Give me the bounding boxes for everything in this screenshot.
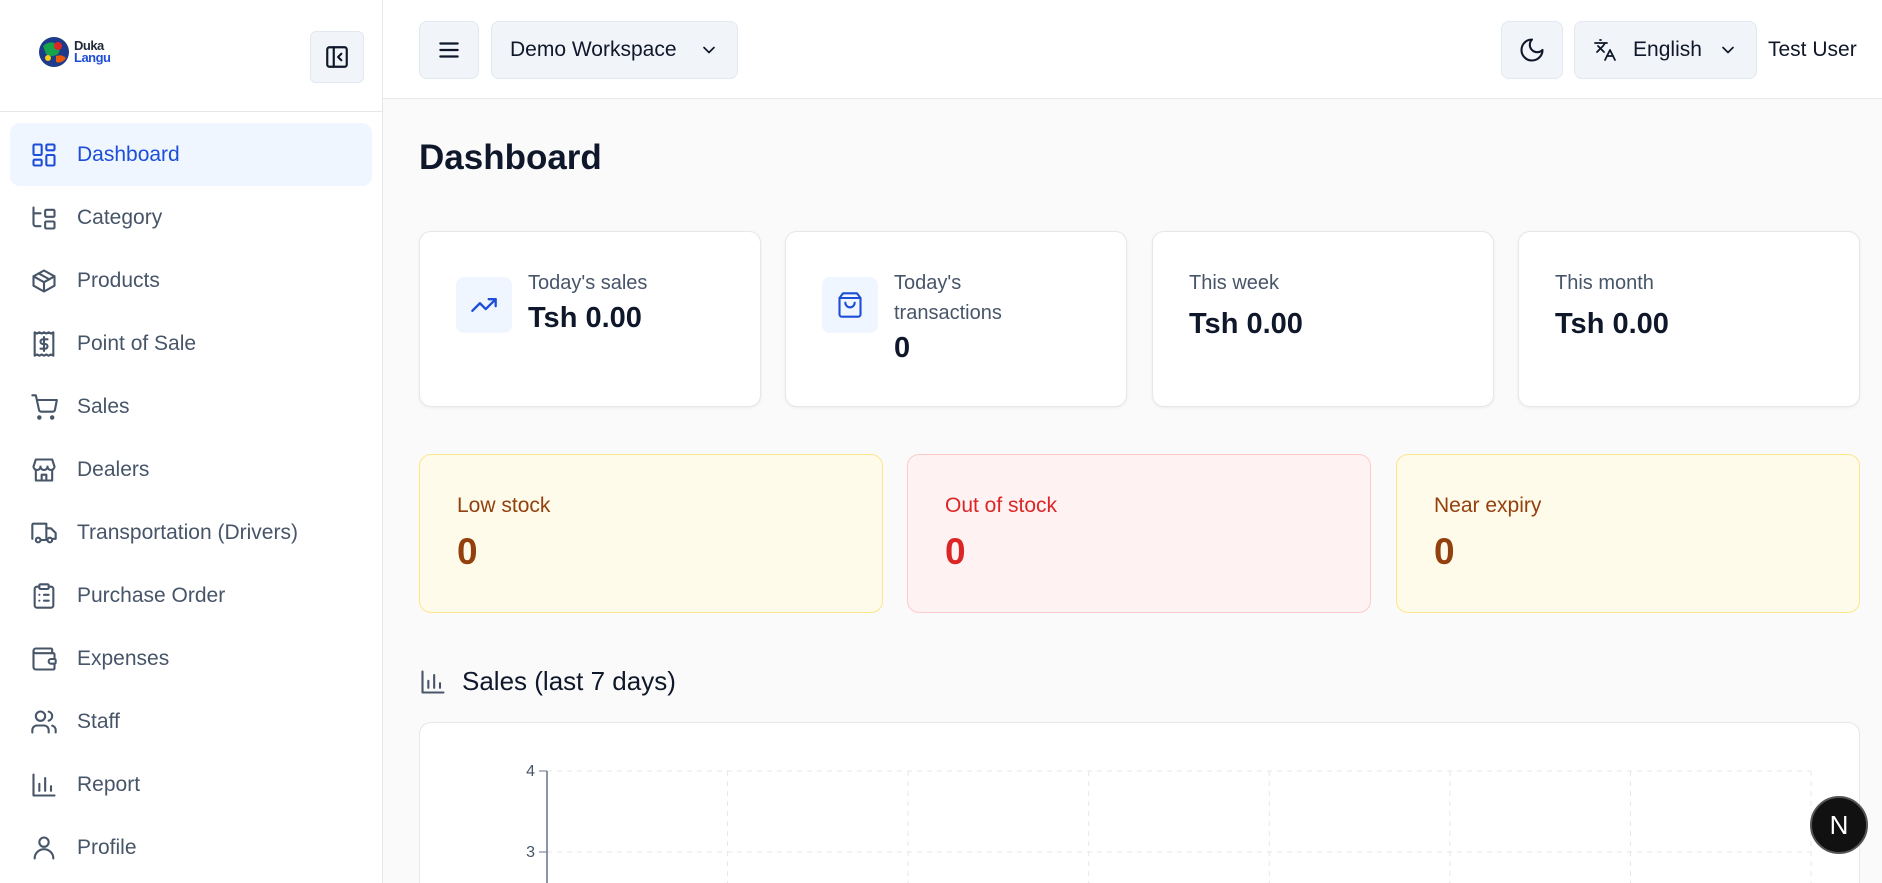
sidebar-item-dashboard[interactable]: Dashboard (10, 123, 372, 186)
package-icon (32, 268, 56, 293)
sidebar-item-label: Purchase Order (77, 583, 226, 607)
sidebar-header: Duka Langu (0, 0, 382, 112)
sidebar-item-label: Category (77, 205, 163, 229)
next-dev-tools-button[interactable]: N (1810, 796, 1868, 854)
alert-value: 0 (945, 531, 966, 572)
sidebar-item-label: Expenses (77, 646, 170, 670)
sidebar-item-purchase-order[interactable]: Purchase Order (10, 564, 372, 627)
sidebar-item-label: Products (77, 268, 160, 292)
alert-card-out-of-stock[interactable]: Out of stock 0 (907, 454, 1371, 613)
logo-globe-icon (39, 37, 69, 67)
translate-icon (1594, 39, 1616, 61)
sidebar-item-label: Dealers (77, 457, 150, 481)
theme-toggle-button[interactable] (1501, 21, 1563, 79)
top-header: Demo Workspace English Test User (383, 0, 1882, 99)
alert-card-low-stock[interactable]: Low stock 0 (419, 454, 883, 613)
fab-label: N (1829, 809, 1849, 840)
stat-card-this-week: This week Tsh 0.00 (1152, 231, 1494, 407)
stat-card-todays-sales: Today's sales Tsh 0.00 (419, 231, 761, 407)
sales-chart: 43 (526, 763, 1812, 883)
alert-value: 0 (1434, 531, 1455, 572)
stat-value: Tsh 0.00 (528, 302, 642, 334)
sidebar-item-label: Profile (77, 835, 137, 859)
user-name[interactable]: Test User (1768, 38, 1857, 62)
store-icon (32, 457, 56, 482)
stat-label: Today's sales (528, 272, 648, 294)
collapse-sidebar-button[interactable] (310, 31, 364, 83)
truck-icon (31, 522, 57, 543)
logo-line2: Langu (74, 50, 111, 65)
category-tree-icon (32, 205, 56, 230)
user-icon (33, 835, 55, 860)
clipboard-icon (33, 582, 55, 609)
panel-left-close-icon (326, 46, 348, 68)
sidebar-item-label: Dashboard (77, 142, 180, 166)
language-select[interactable]: English (1574, 21, 1757, 79)
alert-card-near-expiry[interactable]: Near expiry 0 (1396, 454, 1860, 613)
sidebar-item-expenses[interactable]: Expenses (10, 627, 372, 690)
receipt-dollar-icon (33, 330, 55, 357)
wallet-icon (32, 646, 57, 671)
sidebar: Duka Langu Dashboard Category Products P… (0, 0, 383, 883)
chart-y-tick-label: 4 (526, 763, 535, 780)
stat-value: Tsh 0.00 (1555, 308, 1669, 340)
chevron-down-icon (1722, 46, 1734, 54)
sidebar-item-point-of-sale[interactable]: Point of Sale (10, 312, 372, 375)
logo-wordmark: Duka Langu (74, 39, 111, 65)
sidebar-nav: Dashboard Category Products Point of Sal… (0, 112, 382, 879)
stat-card-todays-transactions: Today's transactions 0 (785, 231, 1127, 407)
sidebar-item-dealers[interactable]: Dealers (10, 438, 372, 501)
cart-icon (31, 393, 58, 420)
menu-button[interactable] (419, 21, 479, 79)
sidebar-item-label: Sales (77, 394, 130, 418)
workspace-select[interactable]: Demo Workspace (491, 21, 738, 79)
sidebar-item-report[interactable]: Report (10, 753, 372, 816)
bar-chart-icon (32, 772, 56, 797)
bar-chart-icon (421, 669, 445, 694)
stat-card-this-month: This month Tsh 0.00 (1518, 231, 1860, 407)
stat-icon-box (456, 277, 512, 333)
alert-label: Near expiry (1434, 494, 1542, 517)
sidebar-item-label: Report (77, 772, 141, 796)
stat-icon-box (822, 277, 878, 333)
chevron-down-icon (703, 46, 715, 54)
menu-icon (439, 42, 459, 58)
sidebar-item-label: Transportation (Drivers) (77, 520, 298, 544)
sidebar-item-transportation[interactable]: Transportation (Drivers) (10, 501, 372, 564)
sales-section-title: Sales (last 7 days) (462, 666, 676, 696)
page-title: Dashboard (419, 138, 602, 177)
chart-y-tick-label: 3 (526, 844, 535, 861)
sidebar-item-staff[interactable]: Staff (10, 690, 372, 753)
dashboard-icon (32, 142, 56, 167)
language-name: English (1633, 38, 1702, 61)
stat-value: Tsh 0.00 (1189, 308, 1303, 340)
stat-value: 0 (894, 332, 911, 364)
shopping-bag-icon (838, 292, 862, 318)
stat-label-line2: transactions (894, 302, 1002, 324)
trending-up-icon (471, 298, 497, 312)
sidebar-item-category[interactable]: Category (10, 186, 372, 249)
stat-label: This month (1555, 272, 1654, 294)
stat-label-line1: Today's (894, 272, 962, 294)
stat-label: Today's transactions (894, 268, 1002, 328)
sales-chart-card: 43 (419, 722, 1860, 883)
users-icon (31, 709, 57, 734)
sidebar-item-products[interactable]: Products (10, 249, 372, 312)
alert-value: 0 (457, 531, 478, 572)
logo[interactable]: Duka Langu (36, 34, 111, 70)
workspace-name: Demo Workspace (510, 38, 677, 61)
sidebar-item-sales[interactable]: Sales (10, 375, 372, 438)
sidebar-item-label: Staff (77, 709, 120, 733)
moon-icon (1520, 38, 1544, 62)
stat-label: This week (1189, 272, 1280, 294)
alert-label: Low stock (457, 494, 551, 517)
sidebar-item-profile[interactable]: Profile (10, 816, 372, 879)
alert-label: Out of stock (945, 494, 1058, 517)
sales-section-heading: Sales (last 7 days) (419, 666, 676, 697)
sidebar-item-label: Point of Sale (77, 331, 197, 355)
